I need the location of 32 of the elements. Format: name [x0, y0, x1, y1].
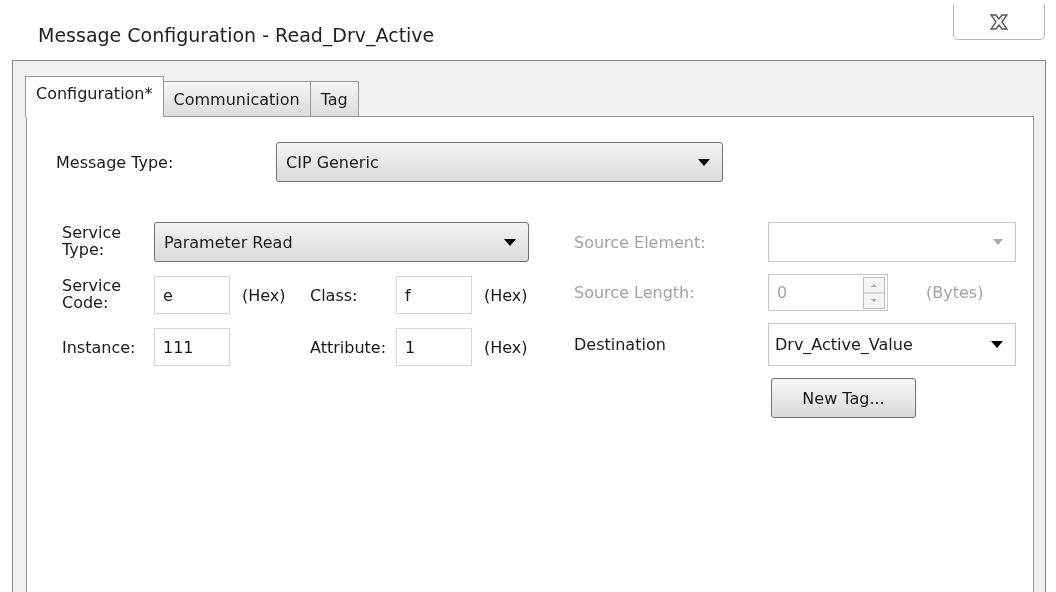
- field-label: Service Type:: [62, 225, 123, 259]
- unit-label: (Bytes): [926, 283, 984, 302]
- tab[interactable]: Configuration*: [25, 76, 164, 117]
- input-field[interactable]: e: [154, 276, 230, 314]
- unit-label: (Hex): [483, 285, 529, 305]
- close-icon: [988, 13, 1010, 30]
- service-type-dropdown[interactable]: Parameter Read: [154, 222, 529, 262]
- tab[interactable]: Communication: [162, 81, 311, 116]
- field-label: Service Code:: [62, 278, 123, 312]
- window-title: Message Configuration - Read_Drv_Active: [38, 24, 435, 46]
- unit-label: (Hex): [241, 285, 287, 305]
- caret-icon: [504, 238, 516, 246]
- caret-icon: [698, 158, 710, 166]
- field-label: Message Type:: [56, 152, 175, 172]
- field-label: Class:: [310, 285, 359, 305]
- field-label: Source Length:: [574, 283, 696, 302]
- new-tag-button[interactable]: New Tag...: [771, 378, 916, 418]
- field-label: Attribute:: [310, 337, 388, 357]
- unit-label: (Hex): [483, 337, 529, 357]
- destination-dropdown[interactable]: Drv_Active_Value: [768, 323, 1016, 366]
- tab[interactable]: Tag: [309, 81, 359, 116]
- field-label: Source Element:: [574, 232, 707, 252]
- close-button[interactable]: [953, 4, 1045, 40]
- input-field[interactable]: f: [396, 276, 472, 314]
- caret-icon: [991, 341, 1003, 348]
- field-label: Destination: [574, 335, 667, 354]
- input-field[interactable]: 111: [154, 328, 230, 366]
- caret-icon: [993, 239, 1003, 245]
- message-type-dropdown[interactable]: CIP Generic: [276, 142, 723, 182]
- field-label: Instance:: [62, 337, 137, 357]
- spinner-arrows-icon: [863, 276, 885, 309]
- input-field[interactable]: 1: [396, 328, 472, 366]
